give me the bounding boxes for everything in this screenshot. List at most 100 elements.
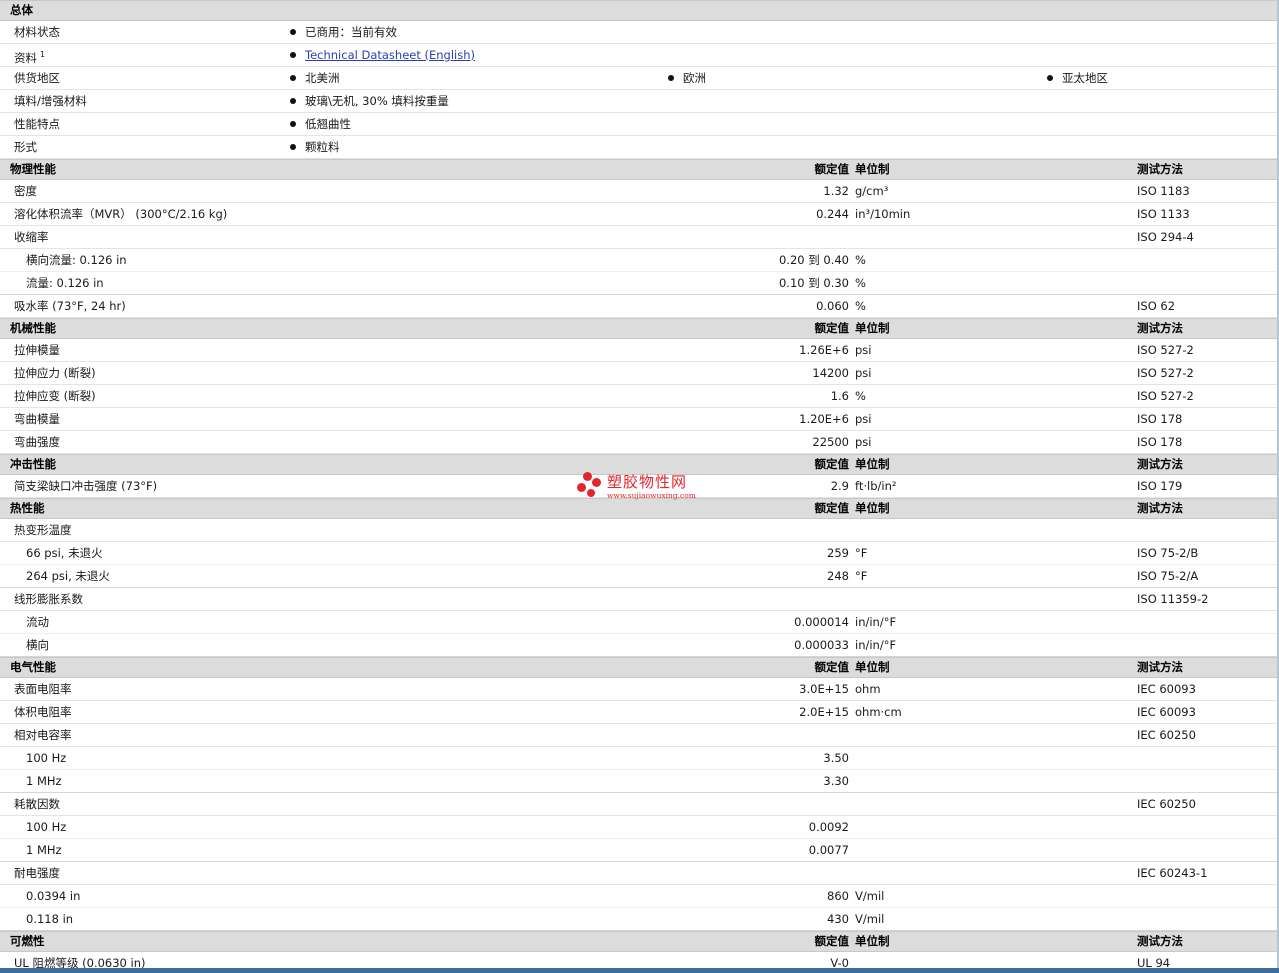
property-row: 拉伸应变 (断裂) 1.6% ISO 527-2 [0,385,1279,408]
general-value: Technical Datasheet (English) [290,44,475,66]
property-label: 耗散因数 [14,797,60,811]
property-value: 1.6 [830,389,849,403]
general-label-text: 材料状态 [14,25,60,39]
bullet-icon [290,98,296,104]
property-subrow: 1 MHz 3.30 [0,770,1279,793]
property-row: 收缩率 ISO 294-4 [0,226,1279,249]
watermark-logo: 塑胶物性网 www.sujiaowuxing.com [577,472,717,506]
watermark-url: www.sujiaowuxing.com [607,491,696,500]
footnote-marker: 1 [40,50,46,59]
general-row: 形式 颗粒料 [0,136,1279,159]
section-title: 电气性能 [10,660,56,674]
property-subrow: 流量: 0.126 in 0.10 到 0.30% [0,272,1279,295]
header-value: 额定值 [814,660,850,674]
property-test-method: ISO 1133 [1137,207,1190,221]
section-header: 机械性能 额定值 单位制 测试方法 [0,318,1279,339]
property-label: 表面电阻率 [14,682,72,696]
property-row: 弯曲强度 22500 psi ISO 178 [0,431,1279,454]
general-value-text: 玻璃\无机, 30% 填料按重量 [305,94,449,108]
property-test-method: IEC 60250 [1137,728,1196,742]
property-subrow: 66 psi, 未退火 259 °F ISO 75-2/B [0,542,1279,565]
property-value: 860 [827,889,849,903]
general-label: 供货地区 [14,67,60,89]
general-label-text: 供货地区 [14,71,60,85]
property-unit: ohm [855,682,881,696]
general-value: 颗粒料 [290,136,340,158]
section-title: 热性能 [10,501,45,515]
general-row: 材料状态 已商用：当前有效 [0,21,1279,44]
property-unit: °F [855,569,868,583]
header-unit: 单位制 [855,162,890,176]
property-label: 流动 [26,615,49,629]
property-test-method: ISO 1183 [1137,184,1190,198]
property-label: 100 Hz [26,751,67,765]
property-label: 弯曲模量 [14,412,60,426]
property-label: 0.118 in [26,912,74,926]
property-label: 体积电阻率 [14,705,72,719]
property-value: 0.060 [816,299,849,313]
property-row: 密度 1.32 g/cm³ ISO 1183 [0,180,1279,203]
general-row: 填料/增强材料 玻璃\无机, 30% 填料按重量 [0,90,1279,113]
property-unit: in/in/°F [855,615,897,629]
property-row: 拉伸模量 1.26E+6 psi ISO 527-2 [0,339,1279,362]
property-unit: V/mil [855,912,885,926]
property-unit: % [855,389,866,403]
general-value-text: 已商用：当前有效 [305,25,397,39]
general-value-text: 颗粒料 [305,140,340,154]
section-header-general: 总体 [0,0,1279,21]
header-value: 额定值 [814,934,850,948]
property-subrow: 横向 0.000033 in/in/°F [0,634,1279,657]
property-value: 259 [827,546,849,560]
property-row: 线形膨胀系数 ISO 11359-2 [0,588,1279,611]
section-title: 总体 [10,3,33,17]
property-label: 拉伸应力 (断裂) [14,366,96,380]
property-value: 0.20 到 0.40 [778,253,849,267]
section-header: 电气性能 额定值 单位制 测试方法 [0,657,1279,678]
general-value: 欧洲 [668,67,706,89]
general-value-text: 低翘曲性 [305,117,351,131]
property-label: 拉伸应变 (断裂) [14,389,96,403]
property-subrow: 流动 0.000014 in/in/°F [0,611,1279,634]
property-row: 耗散因数 IEC 60250 [0,793,1279,816]
bullet-icon [290,29,296,35]
general-row: 供货地区 北美洲 欧洲 亚太地区 [0,67,1279,90]
property-value: 0.10 到 0.30 [778,276,849,290]
header-value: 额定值 [814,457,850,471]
general-value: 亚太地区 [1047,67,1108,89]
section-header: 可燃性 额定值 单位制 测试方法 [0,931,1279,952]
general-value: 玻璃\无机, 30% 填料按重量 [290,90,449,112]
property-label: 66 psi, 未退火 [26,546,103,560]
bullet-icon [1047,75,1053,81]
general-value: 低翘曲性 [290,113,351,135]
general-value-text: 欧洲 [683,71,706,85]
datasheet-link[interactable]: Technical Datasheet (English) [305,48,475,62]
property-label: 1 MHz [26,843,62,857]
property-value: 1.26E+6 [799,343,849,357]
header-unit: 单位制 [855,660,890,674]
property-subrow: 100 Hz 3.50 [0,747,1279,770]
property-unit: % [855,299,866,313]
general-label-text: 性能特点 [14,117,60,131]
watermark-text: 塑胶物性网 [607,473,688,491]
property-test-method: IEC 60093 [1137,682,1196,696]
general-value: 北美洲 [290,67,340,89]
header-test-method: 测试方法 [1137,501,1183,515]
header-test-method: 测试方法 [1137,934,1183,948]
property-row: 热变形温度 [0,519,1279,542]
property-label: 横向流量: 0.126 in [26,253,127,267]
property-row: 耐电强度 IEC 60243-1 [0,862,1279,885]
property-label: 吸水率 (73°F, 24 hr) [14,299,126,313]
property-value: 0.244 [816,207,849,221]
property-row: 体积电阻率 2.0E+15 ohm·cm IEC 60093 [0,701,1279,724]
property-unit: % [855,276,866,290]
property-subrow: 1 MHz 0.0077 [0,839,1279,862]
section-title: 可燃性 [10,934,45,948]
header-value: 额定值 [814,162,850,176]
property-label: 相对电容率 [14,728,72,742]
property-test-method: ISO 527-2 [1137,343,1194,357]
property-label: 收缩率 [14,230,49,244]
property-unit: g/cm³ [855,184,889,198]
property-unit: psi [855,343,872,357]
general-value-text: 北美洲 [305,71,340,85]
section-title: 机械性能 [10,321,56,335]
